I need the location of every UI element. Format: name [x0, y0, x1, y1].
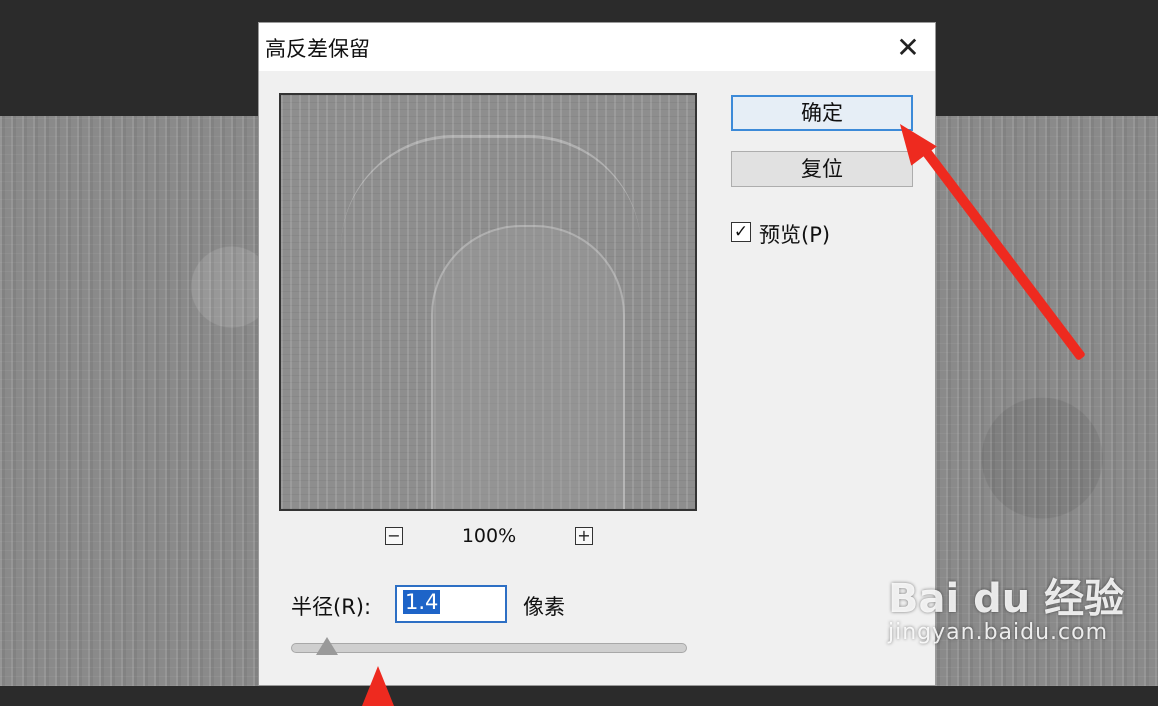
radius-slider-track[interactable]	[291, 643, 687, 653]
zoom-level: 100%	[461, 525, 517, 547]
radius-value: 1.4	[403, 590, 441, 614]
reset-button[interactable]: 复位	[731, 151, 913, 187]
radius-input[interactable]: 1.4	[395, 585, 507, 623]
close-icon[interactable]: ✕	[891, 31, 925, 65]
preview-checkbox-label[interactable]: 预览(P)	[759, 219, 830, 249]
radius-unit-label: 像素	[523, 595, 565, 619]
dialog-titlebar: 高反差保留 ✕	[259, 23, 935, 71]
ok-button[interactable]: 确定	[731, 95, 913, 131]
radius-label: 半径(R):	[291, 595, 372, 619]
preview-checkbox[interactable]: ✓	[731, 222, 751, 242]
dialog-title: 高反差保留	[265, 37, 370, 61]
zoom-out-icon[interactable]: −	[385, 527, 403, 545]
annotation-arrow-head	[362, 666, 394, 706]
radius-slider-thumb[interactable]	[315, 637, 338, 655]
filter-preview-pane[interactable]	[279, 93, 697, 511]
watermark-logo: Bai du 经验	[888, 576, 1125, 622]
preview-figure-shape	[431, 225, 625, 509]
high-pass-dialog: 高反差保留 ✕ − 100% + 确定 复位 ✓ 预览(P) 半径(R): 1.…	[258, 22, 936, 686]
watermark-url: jingyan.baidu.com	[888, 620, 1109, 645]
zoom-controls: − 100% +	[385, 525, 593, 549]
zoom-in-icon[interactable]: +	[575, 527, 593, 545]
baidu-jingyan-watermark: Bai du 经验 jingyan.baidu.com	[888, 566, 1124, 645]
